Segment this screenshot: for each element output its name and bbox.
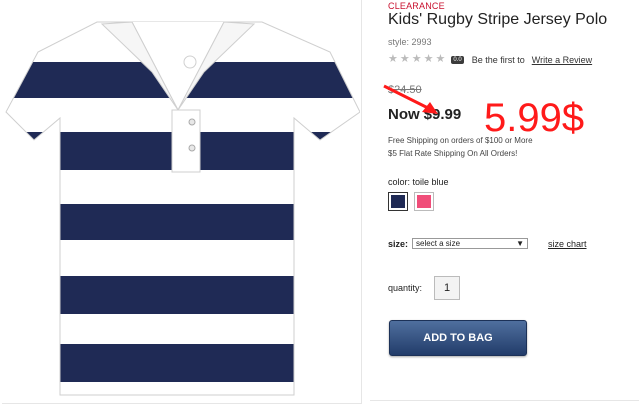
annotation-price: 5.99$ [484, 96, 585, 140]
quantity-input[interactable]: 1 [434, 276, 461, 300]
product-title: Kids' Rugby Stripe Jersey Polo [388, 11, 608, 28]
shipping-line-flat: $5 Flat Rate Shipping On All Orders! [388, 149, 518, 158]
size-row: size: select a size ▼ [388, 238, 529, 249]
quantity-row: quantity: 1 [388, 276, 461, 300]
color-label: color: toile blue [388, 177, 449, 187]
swatch-pink[interactable] [414, 192, 434, 211]
rating-score-badge: 0.0 [451, 55, 464, 64]
swatch-fill-navy [391, 195, 405, 208]
star-icon: ★ [423, 53, 434, 65]
write-review-link[interactable]: Write a Review [532, 55, 592, 65]
size-label: size: [388, 238, 409, 249]
star-icon: ★ [399, 53, 410, 65]
divider [370, 400, 639, 401]
review-prompt: Be the first to [471, 54, 525, 65]
color-swatches [388, 192, 434, 211]
chevron-down-icon: ▼ [516, 239, 525, 248]
star-icon: ★ [388, 53, 398, 65]
rating-row: ★ ★ ★ ★ ★ 0.0 Be the first to Write a Re… [388, 54, 592, 65]
swatch-fill-pink [417, 195, 431, 208]
star-icon: ★ [411, 53, 422, 65]
annotation-arrow-icon [383, 84, 438, 114]
size-chart-link[interactable]: size chart [548, 239, 587, 249]
size-select-value: select a size [416, 239, 461, 248]
star-rating: ★ ★ ★ ★ ★ [388, 54, 445, 65]
clearance-badge: CLEARANCE [388, 1, 445, 11]
product-image-frame [2, 0, 362, 404]
swatch-toile-blue[interactable] [388, 192, 408, 211]
star-icon: ★ [435, 53, 446, 65]
add-to-bag-button[interactable]: ADD TO BAG [389, 320, 527, 356]
product-style-number: style: 2993 [388, 37, 432, 47]
size-select[interactable]: select a size ▼ [412, 238, 529, 249]
polo-shirt-image [5, 21, 360, 396]
quantity-label: quantity: [388, 283, 423, 293]
